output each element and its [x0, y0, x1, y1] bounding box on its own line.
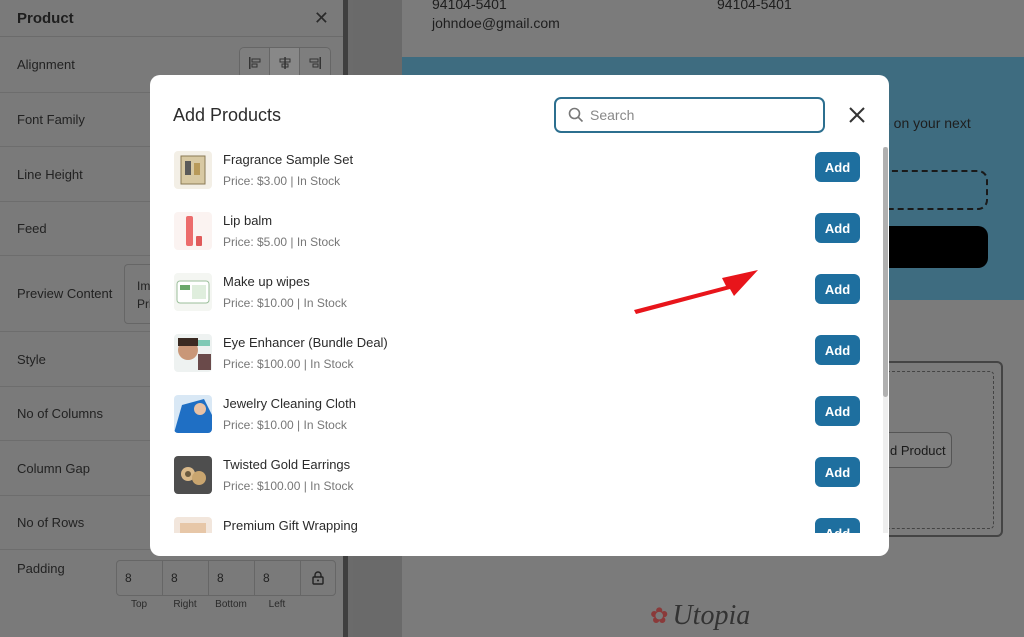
panel-header: Product ✕	[0, 0, 343, 37]
padding-right-input[interactable]: 8	[163, 561, 209, 595]
flower-icon: ✿	[650, 603, 669, 628]
add-button[interactable]: Add	[815, 518, 860, 533]
address-line: 94104-5401	[432, 0, 507, 12]
product-meta: Price: $3.00 | In Stock	[223, 174, 341, 188]
product-thumbnail	[174, 273, 212, 311]
padding-caption: Left	[268, 599, 286, 610]
product-item: Eye Enhancer (Bundle Deal) Price: $100.0…	[150, 330, 889, 391]
add-button[interactable]: Add	[815, 152, 860, 182]
product-thumbnail	[174, 151, 212, 189]
product-item: Lip balm Price: $5.00 | In Stock Add	[150, 208, 889, 269]
product-item: Jewelry Cleaning Cloth Price: $10.00 | I…	[150, 391, 889, 452]
product-item: Twisted Gold Earrings Price: $100.00 | I…	[150, 452, 889, 513]
product-name: Eye Enhancer (Bundle Deal)	[223, 335, 388, 350]
lock-icon[interactable]	[301, 561, 335, 595]
align-left-icon[interactable]	[240, 48, 270, 78]
modal-title: Add Products	[173, 105, 282, 125]
product-meta: Price: $5.00 | In Stock	[223, 235, 341, 249]
align-center-icon[interactable]	[270, 48, 300, 78]
product-thumbnail	[174, 212, 212, 250]
product-meta: Price: $100.00 | In Stock	[223, 479, 354, 493]
logo-text: Utopia	[672, 600, 751, 631]
setting-label: No of Columns	[17, 406, 103, 421]
product-name: Premium Gift Wrapping	[223, 518, 358, 533]
padding-caption: Bottom	[215, 599, 247, 610]
product-thumbnail	[174, 517, 212, 533]
product-meta: Price: $10.00 | In Stock	[223, 418, 347, 432]
padding-label: Padding	[17, 561, 65, 576]
product-thumbnail	[174, 395, 212, 433]
annotation-arrow-icon	[634, 270, 758, 314]
add-button[interactable]: Add	[815, 457, 860, 487]
product-thumbnail	[174, 456, 212, 494]
banner-text: e on your next	[882, 115, 971, 131]
product-meta: Price: $10.00 | In Stock	[223, 296, 347, 310]
setting-label: Alignment	[17, 57, 75, 72]
add-button[interactable]: Add	[815, 335, 860, 365]
list-scrollbar[interactable]	[883, 147, 888, 533]
add-button[interactable]: Add	[815, 396, 860, 426]
product-name: Make up wipes	[223, 274, 310, 289]
setting-label: Column Gap	[17, 460, 90, 476]
setting-label: Feed	[17, 221, 47, 236]
scrollbar-thumb[interactable]	[883, 147, 888, 397]
search-icon	[568, 107, 584, 123]
panel-title: Product	[17, 9, 74, 27]
padding-captions: Top Right Bottom Left	[116, 599, 300, 610]
align-right-icon[interactable]	[300, 48, 330, 78]
close-icon[interactable]: ✕	[314, 8, 329, 29]
setting-label: No of Rows	[17, 515, 85, 530]
setting-label: Line Height	[17, 166, 83, 182]
product-list: Fragrance Sample Set Price: $3.00 | In S…	[150, 147, 889, 533]
padding-left-input[interactable]: 8	[255, 561, 301, 595]
product-item: Make up wipes Price: $10.00 | In Stock A…	[150, 269, 889, 330]
setting-label: Font Family	[17, 112, 85, 127]
address-line-2: 94104-5401	[717, 0, 792, 12]
padding-caption: Right	[173, 599, 197, 610]
add-button[interactable]: Add	[815, 213, 860, 243]
subscribe-button	[882, 226, 988, 268]
add-product-button[interactable]: d Product	[882, 432, 952, 468]
search-input[interactable]	[590, 107, 810, 123]
email-input-placeholder	[882, 170, 988, 210]
search-box[interactable]	[554, 97, 825, 133]
setting-label: Preview Content	[17, 286, 113, 301]
product-thumbnail	[174, 334, 212, 372]
product-item: Premium Gift Wrapping Add	[150, 513, 889, 533]
product-item: Fragrance Sample Set Price: $3.00 | In S…	[150, 147, 889, 208]
setting-label: Style	[17, 351, 46, 367]
product-meta: Price: $100.00 | In Stock	[223, 357, 354, 371]
add-products-modal: Add Products Fragrance Sample Set Price:…	[150, 75, 889, 556]
product-name: Lip balm	[223, 213, 273, 228]
add-button[interactable]: Add	[815, 274, 860, 304]
padding-inputs: 8 8 8 8	[116, 560, 336, 596]
padding-top-input[interactable]: 8	[117, 561, 163, 595]
product-name: Jewelry Cleaning Cloth	[223, 396, 356, 411]
email-address: johndoe@gmail.com	[432, 15, 560, 31]
close-icon[interactable]	[847, 105, 867, 125]
padding-caption: Top	[130, 599, 148, 610]
brand-logo: ✿ Utopia	[650, 600, 750, 632]
product-name: Twisted Gold Earrings	[223, 457, 351, 472]
padding-bottom-input[interactable]: 8	[209, 561, 255, 595]
product-name: Fragrance Sample Set	[223, 152, 354, 167]
